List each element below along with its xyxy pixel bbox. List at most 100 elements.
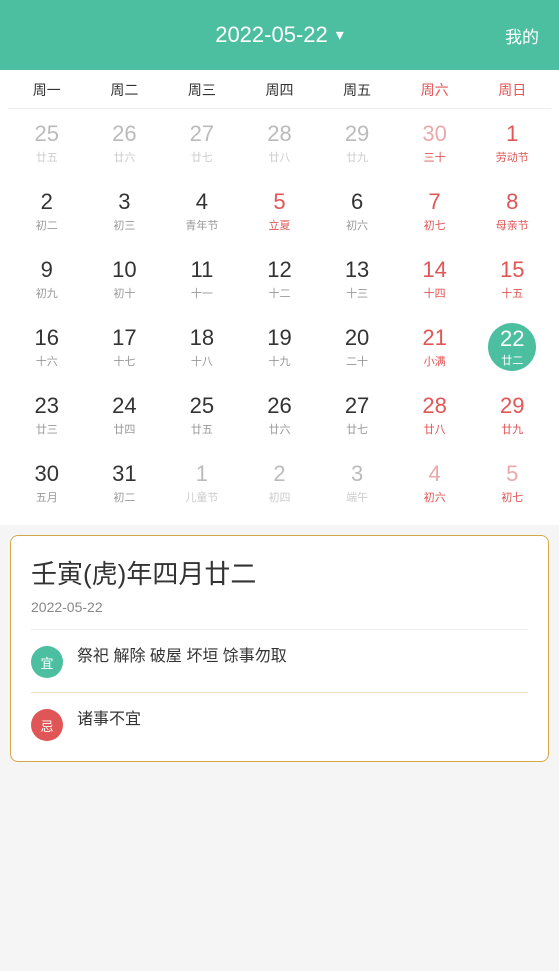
day-cell[interactable]: 21 小满 (396, 313, 474, 381)
day-cell[interactable]: 11十一 (163, 245, 241, 313)
day-lunar: 初九 (36, 285, 58, 301)
day-number: 7 (429, 189, 441, 215)
day-lunar: 廿三 (36, 421, 58, 437)
day-cell[interactable]: 20 二十 (318, 313, 396, 381)
day-number: 30 (422, 121, 446, 147)
day-cell[interactable]: 4初六 (396, 449, 474, 517)
mine-button[interactable]: 我的 (505, 23, 539, 48)
day-lunar: 立夏 (268, 217, 290, 233)
day-number: 5 (273, 189, 285, 215)
day-number: 29 (345, 121, 369, 147)
day-lunar: 廿八 (268, 149, 290, 165)
day-cell[interactable]: 13十三 (318, 245, 396, 313)
day-cell[interactable]: 14十四 (396, 245, 474, 313)
day-lunar: 三十 (424, 149, 446, 165)
day-cell[interactable]: 16十六 (8, 313, 86, 381)
day-cell[interactable]: 9 初九 (8, 245, 86, 313)
day-cell[interactable]: 6初六 (318, 177, 396, 245)
day-cell[interactable]: 26 廿六 (86, 109, 164, 177)
header-title[interactable]: 2022-05-22 ▾ (215, 22, 344, 48)
current-date-label: 2022-05-22 (215, 22, 328, 48)
day-cell[interactable]: 1 儿童节 (163, 449, 241, 517)
day-cell[interactable]: 19十九 (241, 313, 319, 381)
day-number: 26 (112, 121, 136, 147)
day-cell[interactable]: 25廿五 (163, 381, 241, 449)
day-cell[interactable]: 7初七 (396, 177, 474, 245)
day-lunar: 十一 (191, 285, 213, 301)
today-circle: 22廿二 (488, 323, 536, 371)
day-lunar: 初四 (268, 489, 290, 505)
day-lunar: 廿四 (113, 421, 135, 437)
day-lunar: 母亲节 (496, 217, 529, 233)
day-number: 20 (345, 325, 369, 351)
day-number: 3 (351, 461, 363, 487)
day-cell[interactable]: 8母亲节 (473, 177, 551, 245)
day-lunar: 五月 (36, 489, 58, 505)
day-lunar: 初七 (501, 489, 523, 505)
day-number: 4 (196, 189, 208, 215)
day-lunar: 小满 (424, 353, 446, 369)
day-cell[interactable]: 5初七 (473, 449, 551, 517)
day-cell[interactable]: 3端午 (318, 449, 396, 517)
yi-text: 祭祀 解除 破屋 坏垣 馀事勿取 (77, 644, 287, 670)
day-cell[interactable]: 1劳动节 (473, 109, 551, 177)
day-cell[interactable]: 17十七 (86, 313, 164, 381)
day-lunar: 劳动节 (496, 149, 529, 165)
day-number: 12 (267, 257, 291, 283)
day-cell[interactable]: 22廿二 (473, 313, 551, 381)
day-cell[interactable]: 29廿九 (318, 109, 396, 177)
day-cell[interactable]: 28廿八 (241, 109, 319, 177)
day-number: 17 (112, 325, 136, 351)
day-number: 2 (273, 461, 285, 487)
day-cell[interactable]: 15十五 (473, 245, 551, 313)
day-lunar: 二十 (346, 353, 368, 369)
day-number: 21 (422, 325, 446, 351)
day-number: 27 (190, 121, 214, 147)
day-cell[interactable]: 30五月 (8, 449, 86, 517)
day-lunar: 初十 (113, 285, 135, 301)
weekday-label: 周五 (318, 80, 396, 100)
day-cell[interactable]: 26廿六 (241, 381, 319, 449)
day-cell[interactable]: 2初二 (8, 177, 86, 245)
day-cell[interactable]: 27廿七 (318, 381, 396, 449)
day-number: 1 (196, 461, 208, 487)
day-lunar: 廿五 (36, 149, 58, 165)
day-cell[interactable]: 2 初四 (241, 449, 319, 517)
day-lunar: 十五 (501, 285, 523, 301)
day-lunar: 青年节 (185, 217, 218, 233)
day-cell[interactable]: 12十二 (241, 245, 319, 313)
day-cell[interactable]: 10初十 (86, 245, 164, 313)
day-number: 29 (500, 393, 524, 419)
day-lunar: 廿二 (501, 352, 523, 368)
day-lunar: 儿童节 (185, 489, 218, 505)
day-number: 3 (118, 189, 130, 215)
day-number: 14 (422, 257, 446, 283)
day-cell[interactable]: 31初二 (86, 449, 164, 517)
day-lunar: 廿五 (191, 421, 213, 437)
day-number: 9 (41, 257, 53, 283)
day-number: 6 (351, 189, 363, 215)
day-number: 4 (429, 461, 441, 487)
day-cell[interactable]: 30 三十 (396, 109, 474, 177)
day-cell[interactable]: 3 初三 (86, 177, 164, 245)
day-cell[interactable]: 18十八 (163, 313, 241, 381)
yi-row: 宜 祭祀 解除 破屋 坏垣 馀事勿取 (31, 644, 528, 678)
day-cell[interactable]: 24廿四 (86, 381, 164, 449)
day-number: 22 (500, 326, 524, 352)
day-number: 31 (112, 461, 136, 487)
day-number: 25 (35, 121, 59, 147)
day-number: 18 (190, 325, 214, 351)
day-number: 23 (35, 393, 59, 419)
day-cell[interactable]: 25 廿五 (8, 109, 86, 177)
day-number: 26 (267, 393, 291, 419)
day-cell[interactable]: 5 立夏 (241, 177, 319, 245)
day-cell[interactable]: 29廿九 (473, 381, 551, 449)
day-cell[interactable]: 27廿七 (163, 109, 241, 177)
day-cell[interactable]: 23 廿三 (8, 381, 86, 449)
day-cell[interactable]: 28廿八 (396, 381, 474, 449)
day-lunar: 廿六 (113, 149, 135, 165)
day-cell[interactable]: 4 青年节 (163, 177, 241, 245)
day-lunar: 初二 (36, 217, 58, 233)
dropdown-arrow-icon[interactable]: ▾ (336, 25, 344, 45)
day-lunar: 初三 (113, 217, 135, 233)
